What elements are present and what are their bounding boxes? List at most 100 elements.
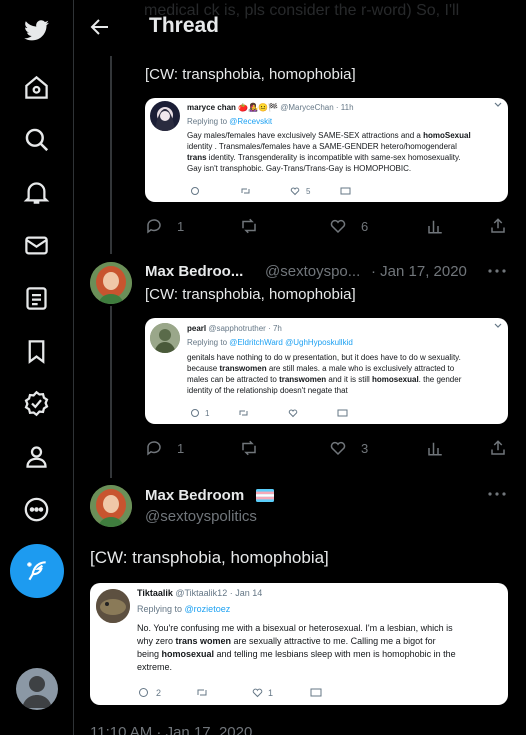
bookmarks-icon[interactable] [14,329,58,373]
lists-icon[interactable] [14,276,58,320]
embed-reply-prefix: Replying to [137,604,183,614]
like-icon [330,441,346,456]
embed-author-name: maryce chan 🍅👩‍🎤😐🏁 [187,103,278,112]
embed-like-icon [252,688,263,698]
tweet-date[interactable]: · Jan 17, 2020 [371,263,467,280]
avatar [150,101,180,131]
thread-column: medical ck is, pls consider the r-word) … [74,0,526,735]
avatar [150,323,180,353]
embed-line: Gay males/females have exclusively SAME-… [187,131,471,140]
embed-text: genitals have nothing to do w presentati… [187,352,461,396]
messages-icon[interactable] [14,223,58,267]
embed-reply-icon [191,409,199,417]
embed-line: identity . Transmales/females have a SAM… [187,142,457,151]
embed-retweet-icon [239,410,248,416]
embed-like-icon [288,409,298,418]
retweet-icon [242,440,256,456]
embed-dm-icon [310,688,322,697]
more-options-icon[interactable] [486,268,508,274]
retweet-button[interactable] [240,439,258,457]
analytics-button[interactable] [426,217,444,235]
compose-button[interactable] [10,544,64,598]
embed-reply-to: @Recevskit [229,117,273,126]
tweet-timestamp[interactable]: 11:10 AM · Jan 17, 2020 [90,724,252,735]
reply-button[interactable]: 1 [145,217,184,235]
embed-dm-icon [337,409,348,417]
embedded-tweet-image[interactable]: pearl @sapphotruther · 7h Replying to @E… [145,318,508,424]
share-icon [491,440,505,455]
embed-reply-prefix: Replying to [187,338,228,347]
more-options-icon[interactable] [486,491,508,497]
embed-line: genitals have nothing to do w presentati… [187,353,461,362]
reply-button[interactable]: 1 [145,439,184,457]
avatar[interactable] [90,262,132,304]
embed-text: No. You're confusing me with a bisexual … [137,622,456,674]
embed-line: males can be attracted to transwomen and… [187,375,462,384]
embed-line: trans identity. Transgenderality is inco… [187,153,461,162]
twitter-logo[interactable] [14,8,58,52]
trans-flag-icon [256,489,274,502]
embed-like-count: 5 [306,187,311,196]
embed-author-name: Tiktaalik [137,588,173,598]
tweet-text: [CW: transphobia, homophobia] [145,286,356,303]
embed-retweet-icon [197,689,207,696]
embed-reply-prefix: Replying to [187,117,228,126]
thread-header: medical ck is, pls consider the r-word) … [74,0,526,56]
author-handle[interactable]: @sextoyspo... [265,263,360,280]
embed-retweet-icon [241,188,250,194]
account-avatar[interactable] [16,668,58,710]
notifications-icon[interactable] [14,170,58,214]
avatar[interactable] [90,485,132,527]
profile-icon[interactable] [14,434,58,478]
embed-author-handle: @MaryceChan · 11h [280,103,354,112]
page-title: Thread [149,14,220,37]
like-button[interactable]: 3 [329,439,368,457]
embedded-tweet-image[interactable]: maryce chan 🍅👩‍🎤😐🏁 @MaryceChan · 11h Rep… [145,98,508,202]
analytics-icon [428,442,442,456]
chevron-down-icon [494,102,502,107]
embed-line: being homosexual and telling me lesbians… [137,649,456,659]
embed-line: why zero trans women are sexually attrac… [137,636,436,646]
tweet-text: [CW: transphobia, homophobia] [145,66,356,83]
share-button[interactable] [489,217,507,235]
like-button[interactable]: 6 [329,217,368,235]
embed-line: extreme. [137,662,173,672]
embed-line: identity of the relationship doesn't neg… [187,386,348,395]
reply-icon [147,219,161,234]
embed-line: No. You're confusing me with a bisexual … [137,623,453,633]
back-arrow-icon[interactable] [88,15,112,39]
embedded-tweet-image[interactable]: Tiktaalik @Tiktaalik12 · Jan 14 Replying… [90,583,508,705]
author-handle[interactable]: @sextoyspolitics [145,508,257,525]
embed-like-icon [290,187,300,196]
retweet-icon [242,218,256,234]
verified-icon[interactable] [14,381,58,425]
share-button[interactable] [489,439,507,457]
thread-connector [110,56,112,254]
embed-line: Gay isn't transphobic. Gay-Trans/Trans-G… [187,164,412,173]
more-icon[interactable] [14,487,58,531]
author-name[interactable]: Max Bedroo... [145,263,243,280]
embed-text: Gay males/females have exclusively SAME-… [187,130,471,174]
tweet-text: [CW: transphobia, homophobia] [90,548,329,567]
home-icon[interactable] [14,65,58,109]
embed-reply-count: 1 [205,409,210,418]
like-count: 6 [361,218,369,234]
like-icon [330,219,346,234]
compose-icon [27,561,46,581]
embed-line: because transwomen are still males. a ma… [187,364,455,373]
embed-author-handle: @Tiktaalik12 · Jan 14 [175,588,263,598]
embed-reply-to: @EldritchWard @UghHyposkullkid [229,338,353,347]
author-name[interactable]: Max Bedroom [145,487,244,504]
embed-reply-icon [139,688,148,697]
chevron-down-icon [494,323,502,328]
analytics-button[interactable] [426,439,444,457]
reply-count: 1 [177,218,185,234]
embed-dm-icon [340,187,351,195]
analytics-icon [428,220,442,234]
explore-icon[interactable] [14,117,58,161]
embed-author-name: pearl [187,324,207,333]
avatar [96,589,130,623]
like-count: 3 [361,440,369,456]
retweet-button[interactable] [240,217,258,235]
share-icon [491,218,505,233]
